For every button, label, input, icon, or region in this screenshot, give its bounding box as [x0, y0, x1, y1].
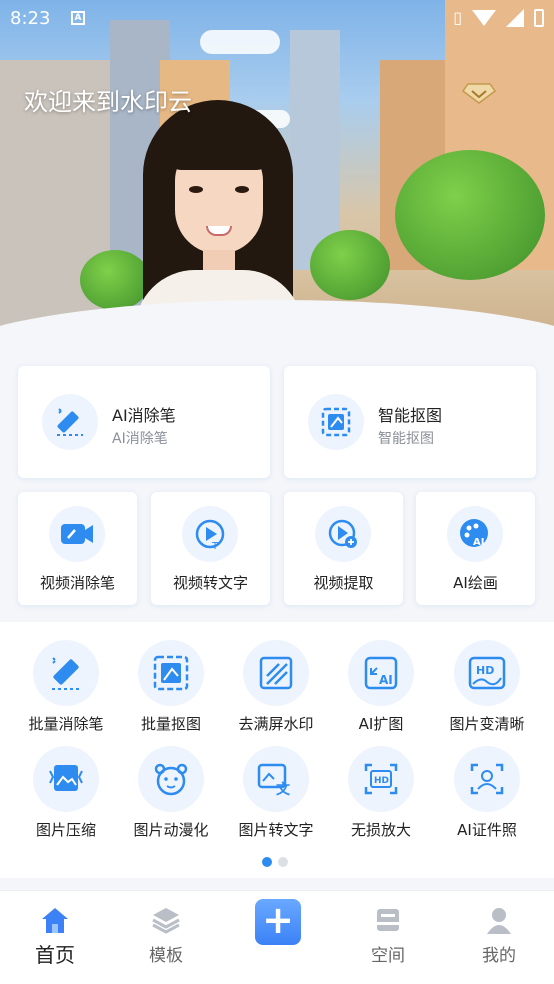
tools-grid: 批量消除笔 批量抠图 去满屏水印 AI AI扩图 HD 图片变清晰 图片压缩 图… [0, 622, 554, 878]
tool-label: 图片压缩 [35, 821, 96, 839]
tab-label: 首页 [35, 943, 75, 967]
card-subtitle: AI消除笔 [112, 431, 168, 447]
tool-compress[interactable]: 图片压缩 [11, 746, 121, 846]
tool-label: AI证件照 [457, 821, 517, 839]
card-label: 视频消除笔 [39, 574, 115, 592]
smart-cutout-card[interactable]: 智能抠图 智能抠图 [284, 366, 536, 478]
video-eraser-icon [49, 506, 105, 562]
tool-label: 无损放大 [350, 821, 411, 839]
tree [395, 150, 545, 280]
svg-text:HD: HD [476, 664, 494, 677]
tab-templates[interactable]: 模板 [111, 891, 221, 984]
hero-banner: 8:23 A ▯ 欢迎来到水印云 [0, 0, 554, 360]
card-subtitle: 智能抠图 [378, 431, 434, 447]
tool-label: 图片动漫化 [133, 821, 209, 839]
vibrate-icon: ▯ [453, 8, 462, 27]
svg-text:HD: HD [374, 776, 389, 786]
tab-label: 我的 [482, 946, 516, 966]
add-button[interactable]: + [255, 899, 301, 945]
remove-watermark-icon [243, 640, 309, 706]
image-to-text-icon: 文 [243, 746, 309, 812]
bottom-tab-bar: 首页 模板 + 空间 我的 [0, 890, 554, 984]
tool-batch-eraser[interactable]: 批量消除笔 [11, 640, 121, 740]
cloud [200, 30, 280, 54]
tool-id-photo[interactable]: AI证件照 [432, 746, 542, 846]
notification-icon: A [71, 11, 85, 25]
svg-text:文: 文 [276, 781, 291, 797]
ai-expand-icon: AI [348, 640, 414, 706]
tool-label: 批量消除笔 [28, 715, 104, 733]
id-photo-icon [454, 746, 520, 812]
card-label: AI绘画 [453, 574, 498, 592]
batch-eraser-icon [33, 640, 99, 706]
tool-label: 图片变清晰 [449, 715, 525, 733]
video-to-text-icon: T [182, 506, 238, 562]
hd-image-icon: HD [454, 640, 520, 706]
svg-text:AI: AI [379, 673, 393, 687]
compress-icon [33, 746, 99, 812]
ai-eraser-card[interactable]: AI消除笔 AI消除笔 [18, 366, 270, 478]
video-extract-card[interactable]: 视频提取 [284, 492, 403, 605]
inbox-icon [377, 909, 399, 931]
anime-icon [138, 746, 204, 812]
tab-mine[interactable]: 我的 [444, 891, 554, 984]
home-icon [42, 908, 68, 933]
page-indicator [262, 857, 288, 867]
status-icons: ▯ [453, 8, 544, 27]
card-title: AI消除笔 [112, 406, 176, 425]
tool-label: AI扩图 [358, 715, 404, 733]
tab-space[interactable]: 空间 [333, 891, 443, 984]
card-label: 视频转文字 [172, 574, 248, 592]
page-dot[interactable] [278, 857, 288, 867]
tool-batch-cutout[interactable]: 批量抠图 [116, 640, 226, 740]
tab-label: 空间 [371, 946, 405, 966]
page-dot-active[interactable] [262, 857, 272, 867]
card-label: 视频提取 [313, 574, 374, 592]
tool-image-to-text[interactable]: 文 图片转文字 [221, 746, 331, 846]
tool-anime[interactable]: 图片动漫化 [116, 746, 226, 846]
status-time: 8:23 [10, 8, 51, 29]
tool-hd-image[interactable]: HD 图片变清晰 [432, 640, 542, 740]
tool-remove-watermark[interactable]: 去满屏水印 [221, 640, 331, 740]
user-icon [487, 908, 511, 934]
card-title: 智能抠图 [378, 406, 443, 425]
video-extract-icon [315, 506, 371, 562]
tool-lossless-zoom[interactable]: HD 无损放大 [326, 746, 436, 846]
diamond-icon[interactable] [462, 82, 496, 104]
tool-ai-expand[interactable]: AI AI扩图 [326, 640, 436, 740]
ai-painting-icon: AI [447, 506, 503, 562]
tool-label: 批量抠图 [140, 715, 201, 733]
svg-text:T: T [211, 541, 219, 550]
tab-home[interactable]: 首页 [0, 891, 110, 984]
ai-painting-card[interactable]: AI AI绘画 [416, 492, 535, 605]
video-to-text-card[interactable]: T 视频转文字 [151, 492, 270, 605]
batch-cutout-icon [138, 640, 204, 706]
layers-icon [152, 908, 180, 934]
video-eraser-card[interactable]: 视频消除笔 [18, 492, 137, 605]
tool-label: 图片转文字 [238, 821, 314, 839]
lossless-zoom-icon: HD [348, 746, 414, 812]
tab-label: 模板 [149, 946, 183, 966]
cutout-icon [308, 394, 364, 450]
svg-text:AI: AI [473, 537, 484, 548]
signal-icon [506, 8, 524, 27]
welcome-title: 欢迎来到水印云 [24, 88, 192, 116]
tool-label: 去满屏水印 [238, 715, 314, 733]
eraser-pen-icon [42, 394, 98, 450]
battery-icon [534, 8, 544, 27]
wifi-icon [472, 9, 496, 26]
